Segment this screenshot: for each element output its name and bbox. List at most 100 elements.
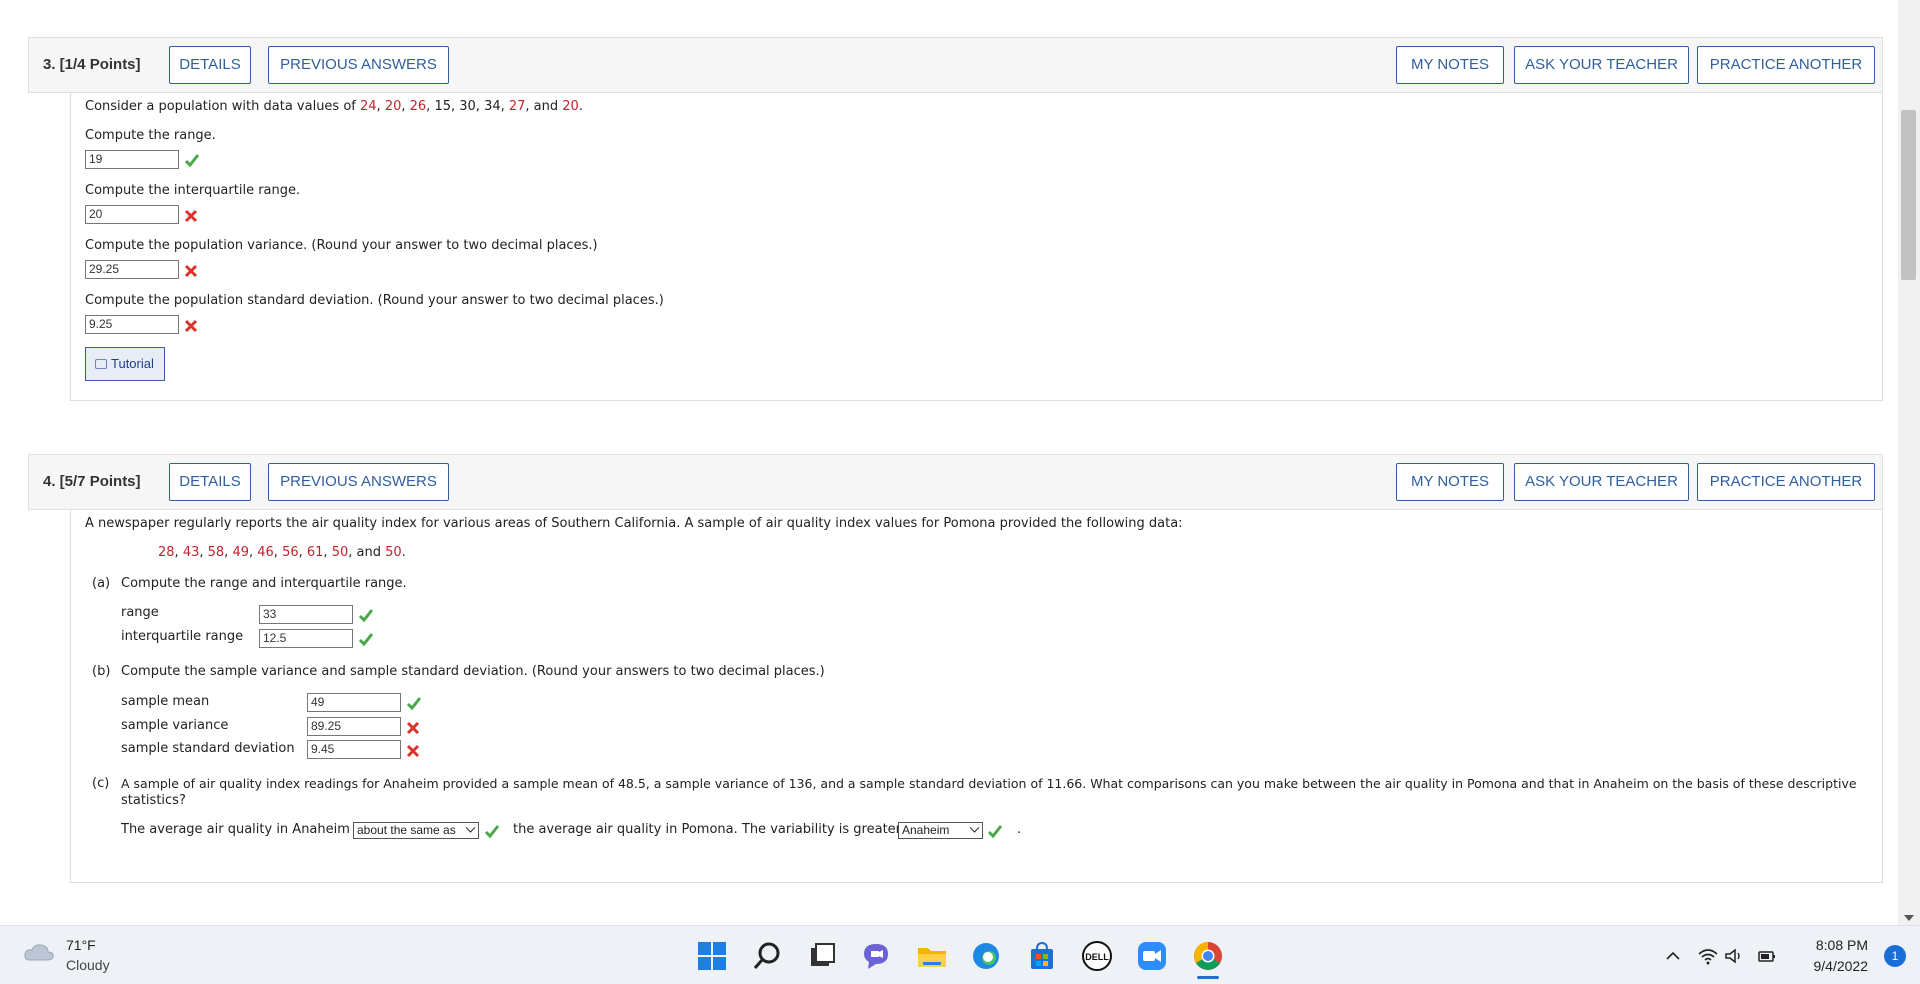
pomona-data-values: 28, 43, 58, 49, 46, 56, 61, 50, and 50.: [158, 545, 406, 560]
data-value: 61: [306, 545, 324, 560]
weather-temperature[interactable]: 71°F: [66, 937, 96, 953]
wifi-icon[interactable]: [1697, 946, 1719, 966]
data-value: 49: [232, 545, 249, 560]
data-value: 43: [182, 545, 200, 560]
edge-icon[interactable]: [970, 940, 1002, 972]
chevron-down-icon: [465, 822, 476, 833]
search-icon[interactable]: [752, 940, 784, 972]
comparison-select-value: about the same as: [357, 823, 456, 837]
scroll-down-arrow-icon[interactable]: [1904, 915, 1914, 921]
details-button[interactable]: DETAILS: [169, 463, 251, 501]
weather-condition[interactable]: Cloudy: [66, 957, 110, 973]
iqr-input[interactable]: 12.5: [259, 629, 353, 648]
sample-mean-input[interactable]: 49: [307, 693, 401, 712]
svg-text:DELL: DELL: [1085, 952, 1109, 962]
correct-check-icon: [358, 633, 374, 647]
part-b-label: (b): [92, 664, 111, 679]
battery-icon[interactable]: [1756, 946, 1778, 966]
practice-another-button[interactable]: PRACTICE ANOTHER: [1697, 463, 1875, 501]
part-c-label: (c): [92, 776, 110, 791]
sample-std-dev-input[interactable]: 9.45: [307, 740, 401, 759]
std-dev-input[interactable]: 9.25: [85, 315, 179, 334]
ask-your-teacher-button[interactable]: ASK YOUR TEACHER: [1514, 463, 1689, 501]
data-value: 50: [385, 545, 402, 560]
tutorial-button[interactable]: Tutorial: [85, 347, 165, 381]
variance-prompt: Compute the population variance. (Round …: [85, 238, 598, 253]
speaker-icon[interactable]: [1723, 946, 1745, 966]
range-input[interactable]: 33: [259, 605, 353, 624]
clock-time[interactable]: 8:08 PM: [1816, 937, 1868, 953]
range-label: range: [121, 605, 159, 620]
sample-variance-input[interactable]: 89.25: [307, 717, 401, 736]
tutorial-label: Tutorial: [111, 356, 154, 371]
question-4-header: 4. [5/7 Points] DETAILS PREVIOUS ANSWERS…: [28, 454, 1883, 510]
taskbar: 71°F Cloudy DELL 8:08 PM 9/4/2022 1: [0, 925, 1920, 984]
data-value: 24: [360, 99, 377, 114]
incorrect-x-icon: [406, 744, 420, 758]
notification-badge[interactable]: 1: [1884, 945, 1906, 967]
iqr-label: interquartile range: [121, 629, 244, 644]
range-input[interactable]: 19: [85, 150, 179, 169]
my-notes-button[interactable]: MY NOTES: [1396, 46, 1504, 84]
range-prompt: Compute the range.: [85, 128, 216, 143]
ask-your-teacher-button[interactable]: ASK YOUR TEACHER: [1514, 46, 1689, 84]
incorrect-x-icon: [406, 721, 420, 735]
vertical-scrollbar[interactable]: [1898, 0, 1920, 925]
comparison-select[interactable]: about the same as: [353, 822, 479, 839]
incorrect-x-icon: [184, 264, 198, 278]
variance-input[interactable]: 29.25: [85, 260, 179, 279]
question-3-intro: Consider a population with data values o…: [85, 99, 583, 114]
variability-select-value: Anaheim: [902, 823, 950, 837]
sentence-middle: the average air quality in Pomona. The v…: [513, 822, 917, 837]
data-value: 46: [257, 545, 274, 560]
previous-answers-button[interactable]: PREVIOUS ANSWERS: [268, 46, 449, 84]
question-3-title: 3. [1/4 Points]: [43, 56, 141, 73]
sentence-start: The average air quality in Anaheim is: [121, 822, 365, 837]
page-viewport: 3. [1/4 Points] DETAILS PREVIOUS ANSWERS…: [0, 0, 1898, 925]
tutorial-icon: [95, 359, 107, 369]
variability-select[interactable]: Anaheim: [898, 822, 983, 839]
part-a-label: (a): [92, 576, 111, 591]
sample-variance-label: sample variance: [121, 718, 229, 733]
chat-icon[interactable]: [860, 940, 892, 972]
chrome-icon[interactable]: [1192, 940, 1224, 972]
correct-check-icon: [406, 697, 422, 711]
intro-prefix: Consider a population with data values o…: [85, 99, 360, 114]
chevron-down-icon: [969, 822, 980, 833]
iqr-input[interactable]: 20: [85, 205, 179, 224]
active-app-indicator: [1197, 976, 1219, 979]
sentence-end: .: [1017, 822, 1022, 837]
question-4-intro: A newspaper regularly reports the air qu…: [85, 516, 1183, 531]
file-explorer-icon[interactable]: [916, 940, 948, 972]
question-3-header: 3. [1/4 Points] DETAILS PREVIOUS ANSWERS…: [28, 37, 1883, 93]
data-value: 34: [484, 99, 501, 114]
part-c-prompt-line1: A sample of air quality index readings f…: [121, 776, 1857, 791]
data-value: 20: [562, 99, 579, 114]
data-value: 56: [282, 545, 299, 560]
store-icon[interactable]: [1026, 940, 1058, 972]
scrollbar-thumb[interactable]: [1901, 110, 1916, 280]
my-notes-button[interactable]: MY NOTES: [1396, 463, 1504, 501]
zoom-icon[interactable]: [1136, 940, 1168, 972]
correct-check-icon: [987, 825, 1003, 839]
windows-start-icon[interactable]: [696, 940, 728, 972]
data-value: 50: [331, 545, 349, 560]
data-value: 58: [207, 545, 225, 560]
data-value: 26: [409, 99, 427, 114]
data-value: 27: [508, 99, 526, 114]
data-value: 20: [384, 99, 402, 114]
question-4-title: 4. [5/7 Points]: [43, 473, 141, 490]
previous-answers-button[interactable]: PREVIOUS ANSWERS: [268, 463, 449, 501]
correct-check-icon: [358, 609, 374, 623]
dell-icon[interactable]: DELL: [1081, 940, 1113, 972]
task-view-icon[interactable]: [806, 940, 838, 972]
cloudy-weather-icon[interactable]: [22, 940, 56, 964]
chevron-up-icon[interactable]: [1662, 946, 1684, 966]
clock-date[interactable]: 9/4/2022: [1814, 958, 1869, 974]
details-button[interactable]: DETAILS: [169, 46, 251, 84]
correct-check-icon: [484, 825, 500, 839]
sample-std-dev-label: sample standard deviation: [121, 741, 295, 756]
incorrect-x-icon: [184, 319, 198, 333]
practice-another-button[interactable]: PRACTICE ANOTHER: [1697, 46, 1875, 84]
sample-mean-label: sample mean: [121, 694, 210, 709]
